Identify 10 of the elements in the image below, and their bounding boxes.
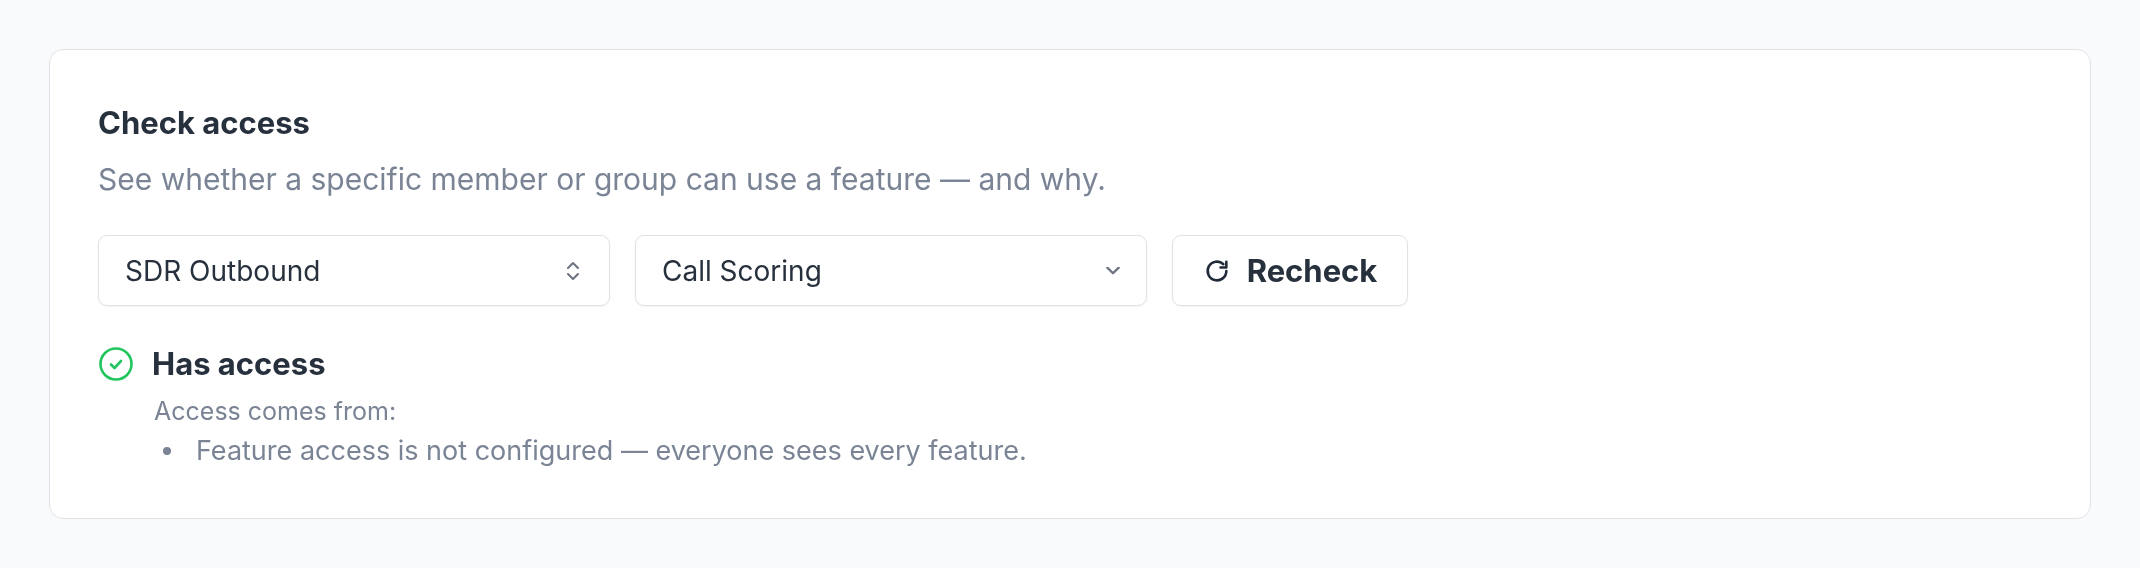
reason-text: Feature access is not configured — everyone sees every feature. [196,435,1027,467]
card-title: Check access [98,105,311,141]
card-description: See whether a specific member or group can use a feature — and why. [98,161,1107,197]
select-field[interactable]: Call Scoring [635,235,1147,306]
recheck-button[interactable]: Recheck [1172,235,1408,306]
source-label: Access comes from: [154,395,398,427]
bullet-dot [163,447,171,455]
result-heading: Has access [152,345,326,382]
select-field[interactable]: SDR Outbound [98,235,610,306]
chevron-down-icon [1106,266,1120,275]
